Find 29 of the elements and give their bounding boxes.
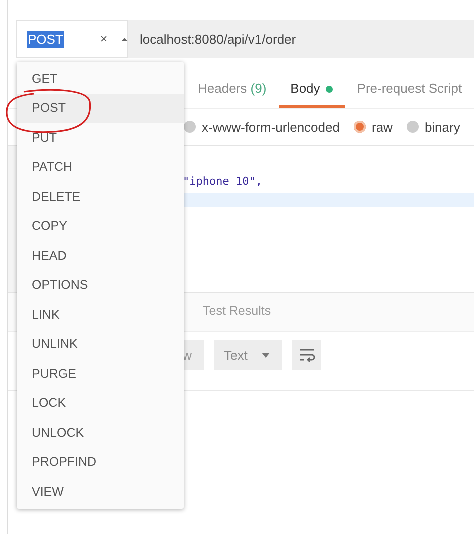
menu-item[interactable]: PROPFIND — [17, 448, 184, 477]
close-icon[interactable] — [101, 34, 108, 44]
menu-item[interactable]: PATCH — [17, 152, 184, 182]
method-value: POST — [27, 30, 64, 48]
menu-item[interactable]: GET — [17, 64, 184, 94]
url-field[interactable]: localhost:8080/api/v1/order — [128, 20, 474, 58]
tab[interactable]: Headers (9) — [186, 72, 279, 108]
radio-button[interactable] — [354, 121, 366, 133]
radio-label[interactable]: binary — [424, 120, 460, 134]
tab[interactable]: Body — [278, 72, 346, 108]
menu-item[interactable]: LINK — [17, 300, 184, 330]
menu-item[interactable]: UNLOCK — [17, 418, 184, 448]
caret-icon — [262, 352, 270, 358]
menu-item[interactable]: DELETE — [17, 182, 184, 212]
menu-item[interactable]: POST — [17, 94, 184, 123]
menu-item[interactable]: VIEW — [17, 477, 184, 506]
caret-icon[interactable] — [122, 36, 127, 42]
radio-label[interactable]: x-www-form-urlencoded — [202, 120, 340, 134]
radio-label[interactable]: raw — [372, 120, 393, 134]
wrap-icon — [298, 348, 314, 362]
wrap-button[interactable] — [292, 340, 321, 370]
radio-button[interactable] — [184, 121, 196, 133]
menu-item[interactable]: LOCK — [17, 388, 184, 418]
method-select[interactable]: POST — [16, 20, 128, 58]
radio-button[interactable] — [406, 121, 419, 133]
menu-item[interactable]: COPY — [17, 212, 184, 241]
tab[interactable]: Pre-request Script — [345, 72, 474, 108]
menu-item[interactable]: HEAD — [17, 241, 184, 270]
code-line: "iphone 10", — [183, 175, 262, 188]
